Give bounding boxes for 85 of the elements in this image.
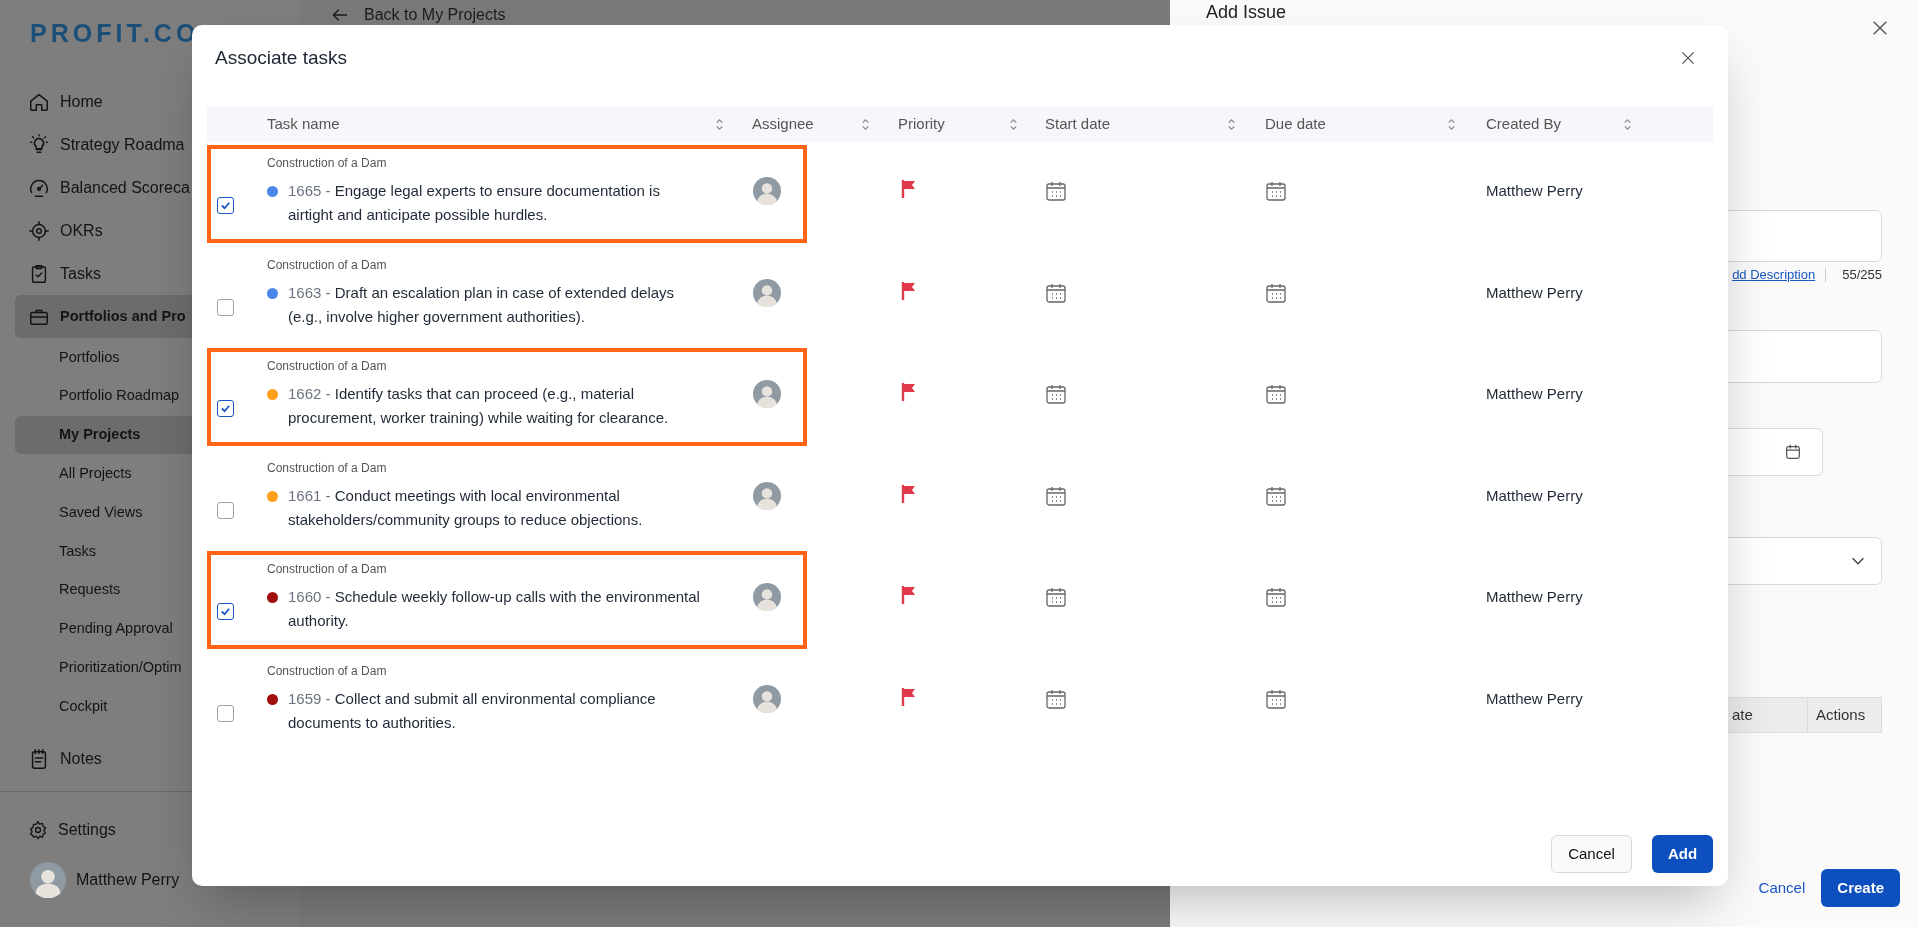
created-by: Matthew Perry	[1486, 688, 1584, 709]
avatar	[753, 684, 781, 713]
checkbox[interactable]	[217, 400, 234, 417]
cancel-button[interactable]: Cancel	[1551, 835, 1632, 873]
flag-icon	[901, 585, 917, 605]
column-header[interactable]: Priority	[898, 113, 1008, 136]
drawer-title: Add Issue	[1206, 1, 1287, 22]
close-icon[interactable]	[1871, 19, 1889, 37]
calendar-icon[interactable]	[1265, 383, 1287, 405]
project-label: Construction of a Dam	[267, 662, 388, 679]
created-by: Matthew Perry	[1486, 587, 1584, 607]
checkbox[interactable]	[217, 298, 234, 316]
calendar-icon[interactable]	[1045, 687, 1067, 710]
column-header[interactable]: Assignee	[752, 113, 860, 136]
checkbox[interactable]	[217, 603, 234, 620]
task-title[interactable]: 1659 - Collect and submit all environmental compliance documents to authorities.	[288, 686, 704, 735]
project-label: Construction of a Dam	[267, 256, 388, 273]
column-header: Actions	[1807, 698, 1881, 732]
sort-icon[interactable]	[1008, 117, 1019, 132]
calendar-icon[interactable]	[1265, 586, 1287, 608]
calendar-icon[interactable]	[1045, 180, 1067, 202]
sort-icon[interactable]	[1622, 117, 1633, 132]
flag-icon	[901, 686, 917, 707]
add-button[interactable]: Add	[1652, 835, 1713, 873]
add-description-link[interactable]: dd Description	[1732, 265, 1816, 285]
task-title[interactable]: 1660 - Schedule weekly follow-up calls with the environmental authority.	[288, 585, 704, 633]
sort-icon[interactable]	[860, 117, 871, 132]
calendar-icon[interactable]	[1045, 484, 1067, 507]
calendar-icon[interactable]	[1045, 586, 1067, 608]
calendar-icon[interactable]	[1045, 281, 1067, 304]
avatar	[753, 380, 781, 408]
calendar-icon[interactable]	[1265, 687, 1287, 710]
close-icon[interactable]	[1680, 50, 1696, 66]
column-header: ate	[1731, 704, 1754, 725]
column-header[interactable]: Task name	[267, 113, 714, 136]
project-label: Construction of a Dam	[267, 459, 388, 476]
user-name: Matthew Perry	[76, 869, 180, 890]
sort-icon[interactable]	[714, 117, 725, 132]
sort-icon[interactable]	[1446, 117, 1457, 132]
modal-title: Associate tasks	[215, 45, 347, 70]
column-header[interactable]: Created By	[1486, 113, 1622, 136]
created-by: Matthew Perry	[1486, 282, 1584, 303]
bulb-icon	[28, 133, 50, 156]
created-by: Matthew Perry	[1486, 384, 1584, 404]
avatar	[753, 278, 781, 307]
create-button[interactable]: Create	[1821, 869, 1900, 907]
char-count: 55/255	[1842, 266, 1882, 285]
project-label: Construction of a Dam	[267, 358, 388, 374]
flag-icon	[901, 382, 917, 402]
created-by: Matthew Perry	[1486, 485, 1584, 506]
flag-icon	[901, 280, 917, 301]
created-by: Matthew Perry	[1486, 181, 1584, 201]
checkbox[interactable]	[217, 704, 234, 722]
avatar	[753, 481, 781, 510]
flag-icon	[901, 179, 917, 199]
sort-icon[interactable]	[1226, 117, 1237, 132]
column-header[interactable]: Start date	[1045, 113, 1226, 136]
check-icon	[220, 403, 231, 414]
project-label: Construction of a Dam	[267, 561, 388, 577]
task-title[interactable]: 1665 - Engage legal experts to ensure documentation is airtight and anticipate possible hurdles.	[288, 179, 704, 227]
cancel-button[interactable]: Cancel	[1758, 869, 1806, 907]
avatar	[30, 861, 66, 898]
settings-icon	[28, 820, 48, 841]
task-title[interactable]: 1661 - Conduct meetings with local environmental stakeholders/community groups to reduce objections.	[288, 483, 704, 532]
logo: PROFIT.CO	[30, 20, 201, 46]
target-icon	[28, 219, 50, 242]
calendar-icon[interactable]	[1265, 281, 1287, 304]
task-title[interactable]: 1662 - Identify tasks that can proceed (e.g., material procurement, worker training) while waiting for clearance.	[288, 382, 704, 430]
calendar-icon[interactable]	[1265, 180, 1287, 202]
check-icon	[220, 200, 231, 211]
nav-item[interactable]: OKRs	[15, 209, 285, 252]
task-title[interactable]: 1663 - Draft an escalation plan in case of extended delays (e.g., involve higher government authorities).	[288, 280, 704, 329]
back-link[interactable]: Back to My Projects	[330, 3, 506, 27]
avatar	[753, 583, 781, 611]
calendar-icon[interactable]	[1265, 484, 1287, 507]
column-header[interactable]: Due date	[1265, 113, 1446, 136]
checkbox[interactable]	[217, 197, 234, 214]
checkbox[interactable]	[217, 501, 234, 519]
avatar	[753, 177, 781, 205]
settings-item[interactable]: Settings	[15, 808, 285, 852]
calendar-icon	[1784, 443, 1802, 461]
check-icon	[220, 606, 231, 617]
calendar-icon[interactable]	[1045, 383, 1067, 405]
flag-icon	[901, 483, 917, 504]
nav-item[interactable]: Notes	[15, 737, 285, 781]
